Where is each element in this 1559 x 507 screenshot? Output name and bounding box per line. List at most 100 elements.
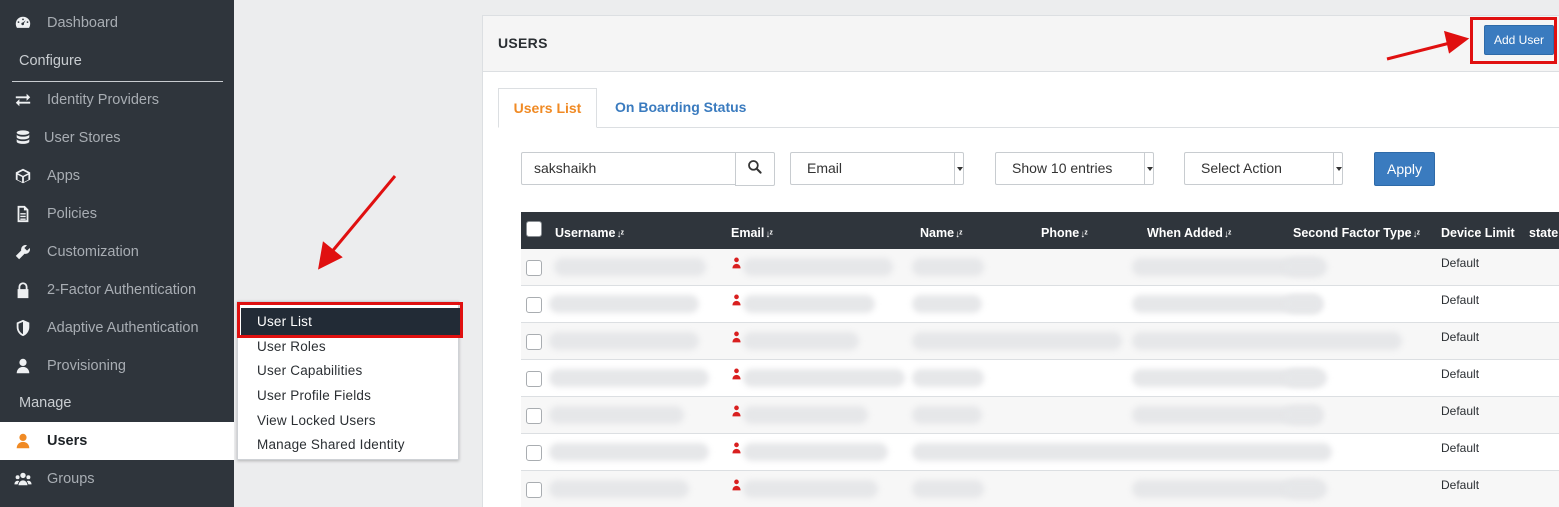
tab-on-boarding-status[interactable]: On Boarding Status bbox=[615, 88, 746, 128]
arrow-to-user-list bbox=[318, 175, 397, 270]
redacted-cell bbox=[549, 332, 699, 350]
sidebar-item-adaptive-auth[interactable]: Adaptive Authentication bbox=[0, 309, 234, 347]
wrench-icon bbox=[12, 243, 34, 261]
sidebar-item-label: Provisioning bbox=[47, 358, 126, 374]
device-limit-cell: Default bbox=[1441, 478, 1480, 492]
users-group-icon bbox=[12, 470, 34, 488]
sidebar-item-label: 2-Factor Authentication bbox=[47, 282, 197, 298]
device-limit-cell: Default bbox=[1441, 404, 1480, 418]
highlight-box-user-list bbox=[237, 302, 463, 338]
sidebar: Dashboard Configure Identity Providers U… bbox=[0, 0, 234, 507]
table-row[interactable]: Default bbox=[521, 286, 1559, 323]
redacted-cell bbox=[549, 295, 699, 313]
user-icon bbox=[12, 432, 34, 450]
redacted-cell bbox=[743, 406, 868, 424]
table-row[interactable]: Default bbox=[521, 471, 1559, 507]
sidebar-item-label: Dashboard bbox=[47, 15, 118, 31]
row-checkbox[interactable] bbox=[526, 371, 542, 387]
device-limit-cell: Default bbox=[1441, 256, 1480, 270]
submenu-item-manage-shared-identity[interactable]: Manage Shared Identity bbox=[257, 437, 405, 452]
user-icon bbox=[732, 404, 741, 417]
select-value: Show 10 entries bbox=[1012, 160, 1113, 176]
select-all-checkbox[interactable] bbox=[526, 221, 542, 237]
device-limit-cell: Default bbox=[1441, 330, 1480, 344]
redacted-cell bbox=[912, 369, 984, 387]
search-button[interactable] bbox=[735, 152, 775, 186]
sidebar-item-label: Users bbox=[47, 433, 88, 449]
sidebar-item-dashboard[interactable]: Dashboard bbox=[0, 4, 234, 42]
column-second-factor-type[interactable]: Second Factor Type↓ᶻ bbox=[1293, 226, 1420, 240]
column-when-added[interactable]: When Added↓ᶻ bbox=[1147, 226, 1231, 240]
table-row[interactable]: Default bbox=[521, 434, 1559, 471]
entries-select[interactable]: Show 10 entries bbox=[995, 152, 1154, 185]
redacted-cell bbox=[549, 480, 689, 498]
redacted-cell bbox=[1285, 258, 1327, 276]
user-icon bbox=[732, 367, 741, 380]
table-header: Username↓ᶻ Email↓ᶻ Name↓ᶻ Phone↓ᶻ When A… bbox=[521, 212, 1559, 249]
table-row[interactable]: Default bbox=[521, 360, 1559, 397]
action-select[interactable]: Select Action bbox=[1184, 152, 1343, 185]
table-row[interactable]: Default bbox=[521, 249, 1559, 286]
user-icon bbox=[732, 441, 741, 454]
chevron-down-icon bbox=[1333, 153, 1342, 184]
arrows-exchange-icon bbox=[12, 91, 34, 109]
row-checkbox[interactable] bbox=[526, 297, 542, 313]
row-checkbox[interactable] bbox=[526, 482, 542, 498]
row-checkbox[interactable] bbox=[526, 260, 542, 276]
sidebar-item-customization[interactable]: Customization bbox=[0, 233, 234, 271]
sidebar-item-apps[interactable]: Apps bbox=[0, 157, 234, 195]
page-title: USERS bbox=[498, 35, 548, 51]
column-state[interactable]: state bbox=[1529, 226, 1558, 240]
redacted-cell bbox=[912, 443, 1332, 461]
apply-button[interactable]: Apply bbox=[1374, 152, 1435, 186]
row-checkbox[interactable] bbox=[526, 334, 542, 350]
submenu-item-view-locked-users[interactable]: View Locked Users bbox=[257, 413, 376, 428]
submenu-item-user-profile-fields[interactable]: User Profile Fields bbox=[257, 388, 371, 403]
redacted-cell bbox=[912, 406, 982, 424]
column-username[interactable]: Username↓ᶻ bbox=[555, 226, 624, 240]
section-manage: Manage bbox=[19, 395, 72, 411]
row-checkbox[interactable] bbox=[526, 408, 542, 424]
tab-users-list[interactable]: Users List bbox=[498, 88, 597, 128]
sidebar-item-label: Policies bbox=[47, 206, 97, 222]
sidebar-item-label: Customization bbox=[47, 244, 139, 260]
redacted-cell bbox=[743, 480, 878, 498]
redacted-cell bbox=[1285, 480, 1327, 498]
user-icon bbox=[12, 357, 34, 375]
sidebar-item-label: Groups bbox=[47, 471, 95, 487]
sidebar-item-provisioning[interactable]: Provisioning bbox=[0, 347, 234, 385]
chevron-down-icon bbox=[954, 153, 963, 184]
cube-icon bbox=[12, 167, 34, 185]
sidebar-item-users[interactable]: Users bbox=[0, 422, 234, 460]
redacted-cell bbox=[743, 369, 905, 387]
sidebar-item-identity-providers[interactable]: Identity Providers bbox=[0, 81, 234, 119]
sidebar-item-user-stores[interactable]: User Stores bbox=[0, 119, 234, 157]
submenu-item-user-roles[interactable]: User Roles bbox=[257, 339, 326, 354]
search-field-select[interactable]: Email bbox=[790, 152, 964, 185]
redacted-cell bbox=[549, 406, 684, 424]
redacted-cell bbox=[1132, 332, 1402, 350]
submenu-item-user-capabilities[interactable]: User Capabilities bbox=[257, 363, 362, 378]
sidebar-item-policies[interactable]: Policies bbox=[0, 195, 234, 233]
chevron-down-icon bbox=[1144, 153, 1153, 184]
column-name[interactable]: Name↓ᶻ bbox=[920, 226, 963, 240]
column-device-limit[interactable]: Device Limit bbox=[1441, 226, 1515, 240]
device-limit-cell: Default bbox=[1441, 441, 1480, 455]
device-limit-cell: Default bbox=[1441, 293, 1480, 307]
sidebar-item-groups[interactable]: Groups bbox=[0, 460, 234, 498]
sidebar-item-2fa[interactable]: 2-Factor Authentication bbox=[0, 271, 234, 309]
table-row[interactable]: Default bbox=[521, 323, 1559, 360]
redacted-cell bbox=[554, 258, 706, 276]
highlight-box-add-user bbox=[1470, 17, 1557, 64]
column-phone[interactable]: Phone↓ᶻ bbox=[1041, 226, 1088, 240]
column-email[interactable]: Email↓ᶻ bbox=[731, 226, 773, 240]
redacted-cell bbox=[743, 332, 859, 350]
section-configure: Configure bbox=[19, 53, 82, 69]
table-row[interactable]: Default bbox=[521, 397, 1559, 434]
redacted-cell bbox=[1285, 295, 1323, 313]
row-checkbox[interactable] bbox=[526, 445, 542, 461]
sort-icon: ↓ᶻ bbox=[616, 229, 624, 240]
search-input[interactable]: sakshaikh bbox=[521, 152, 736, 185]
sort-icon: ↓ᶻ bbox=[1080, 229, 1088, 240]
search-icon bbox=[747, 159, 763, 180]
